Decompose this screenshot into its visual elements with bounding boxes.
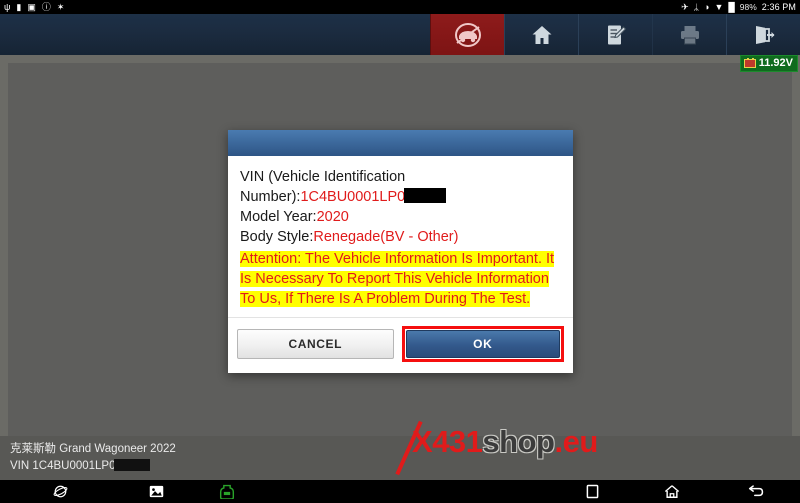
brightness-icon: ◑: [704, 1, 710, 12]
bluetooth-icon: ᛦ: [693, 1, 700, 12]
recents-nav-icon[interactable]: [552, 480, 632, 503]
printer-icon: [678, 23, 702, 47]
attention-text: Attention: The Vehicle Information Is Im…: [240, 251, 555, 307]
vin-label-line: VIN (Vehicle Identification: [240, 169, 406, 185]
home-button[interactable]: [504, 14, 578, 55]
usb-debug-icon: ψ: [4, 1, 11, 12]
ok-button-highlight: OK: [401, 326, 564, 362]
car-icon: [453, 22, 483, 47]
battery-percent-label: 98%: [739, 2, 757, 12]
voltage-label: 11.92V: [758, 57, 793, 69]
model-year-value: 2020: [316, 209, 349, 225]
vehicle-vin-line: VIN 1C4BU0001LP0: [10, 458, 800, 475]
voltage-badge: 11.92V: [739, 55, 798, 72]
clock-label: 2:36 PM: [761, 1, 796, 12]
sdcard-icon: ▮: [16, 1, 22, 12]
vin-redaction-bar-dialog: [404, 188, 447, 203]
gallery-nav-icon[interactable]: [120, 480, 192, 503]
status-left-icons: ψ ▮ ▣ ⓘ ✶: [4, 1, 65, 12]
edit-report-icon: [604, 23, 628, 47]
exit-button[interactable]: [726, 14, 800, 55]
report-button[interactable]: [578, 14, 652, 55]
home-nav-icon[interactable]: [632, 480, 712, 503]
model-year-label: Model Year:: [240, 209, 317, 225]
vehicle-name-label: 克莱斯勒 Grand Wagoneer 2022: [10, 443, 176, 455]
vibrate-icon: ✶: [56, 1, 65, 12]
screenshot-icon: ▣: [27, 1, 36, 12]
browser-nav-icon[interactable]: [0, 480, 120, 503]
vin-value-label: 1C4BU0001LP0: [32, 460, 116, 472]
vehicle-info-footer: 克莱斯勒 Grand Wagoneer 2022 VIN 1C4BU0001LP…: [0, 436, 800, 480]
attention-notice: Attention: The Vehicle Information Is Im…: [240, 249, 561, 309]
vin-prefix-label: VIN: [10, 460, 33, 472]
cancel-button[interactable]: CANCEL: [237, 329, 394, 359]
dialog-button-row: CANCEL OK: [228, 317, 573, 373]
home-icon: [530, 23, 554, 47]
status-right-icons: ✈ ᛦ ◑ ▼ █ 98% 2:36 PM: [681, 2, 796, 12]
vehicle-button[interactable]: [430, 14, 504, 55]
battery-voltage-icon: [743, 58, 756, 68]
android-nav-bar: [0, 480, 800, 503]
vci-nav-icon[interactable]: [192, 480, 262, 503]
dialog-body: VIN (Vehicle Identification Number):1C4B…: [228, 156, 573, 317]
dialog-title-bar: [228, 130, 573, 156]
exit-icon: [752, 23, 776, 47]
location-icon: ✈: [681, 1, 689, 12]
vehicle-info-dialog: VIN (Vehicle Identification Number):1C4B…: [228, 130, 573, 373]
wifi-icon: ▼: [714, 1, 724, 12]
body-style-line: Body Style:Renegade(BV - Other): [240, 227, 561, 247]
vin-value-line: Number):1C4BU0001LP0: [240, 187, 561, 207]
app-toolbar: [0, 14, 800, 55]
body-style-value: Renegade(BV - Other): [313, 229, 459, 245]
device-screen: ψ ▮ ▣ ⓘ ✶ ✈ ᛦ ◑ ▼ █ 98% 2:36 PM 11.92V X…: [0, 0, 800, 503]
model-year-line: Model Year:2020: [240, 207, 561, 227]
vin-number-label: Number):: [240, 189, 301, 205]
body-style-label: Body Style:: [240, 229, 314, 245]
vin-number-value: 1C4BU0001LP0: [300, 189, 406, 205]
print-button[interactable]: [652, 14, 726, 55]
vin-redaction-bar: [113, 459, 150, 471]
battery-icon: █: [728, 1, 735, 12]
navbar-spacer: [262, 480, 552, 503]
pause-icon: ⓘ: [41, 1, 51, 12]
android-status-bar: ψ ▮ ▣ ⓘ ✶ ✈ ᛦ ◑ ▼ █ 98% 2:36 PM: [0, 0, 800, 14]
back-nav-icon[interactable]: [712, 480, 800, 503]
ok-button[interactable]: OK: [405, 330, 560, 358]
